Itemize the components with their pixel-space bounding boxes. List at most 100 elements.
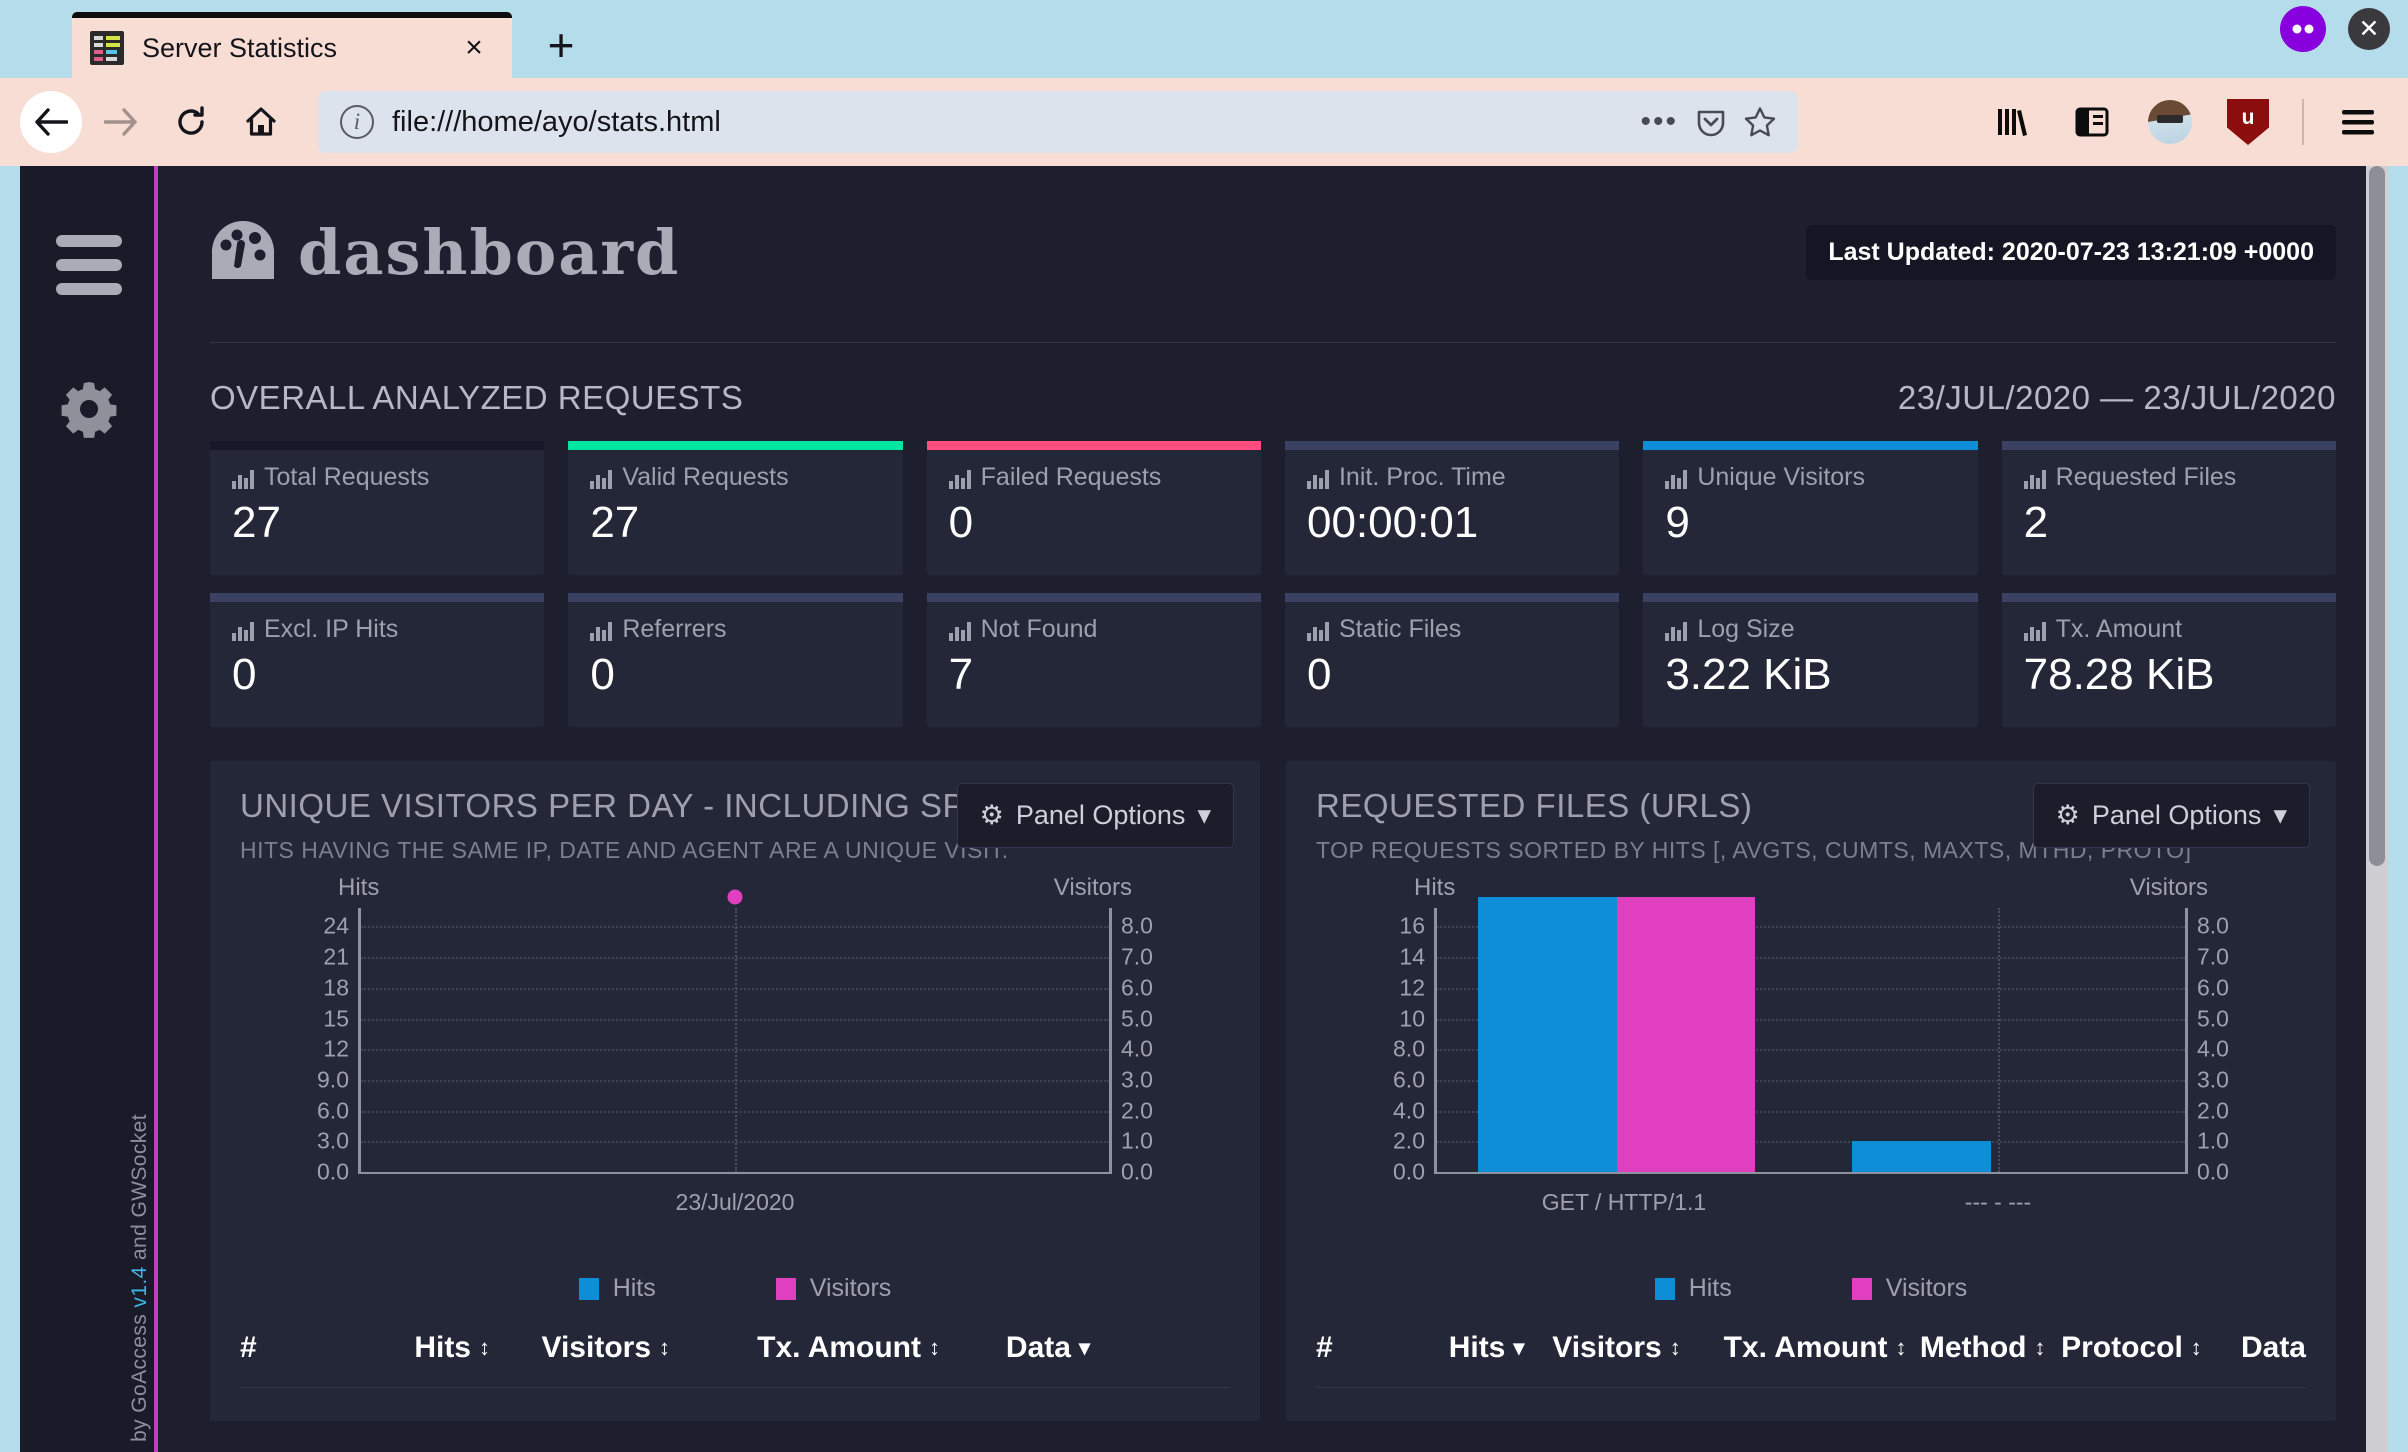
sort-indicator-icon[interactable]: ↕ [2191,1337,2202,1359]
sort-indicator-icon[interactable]: ▾ [1079,1337,1090,1359]
speedometer-icon [210,219,276,286]
credit-prefix: by GoAccess [128,1307,151,1442]
table-column-header[interactable]: Tx. Amount ↕ [670,1331,940,1365]
sort-indicator-icon[interactable]: ↕ [479,1337,490,1359]
legend-swatch [1851,1277,1872,1300]
table-column-header[interactable]: Data [2202,1331,2306,1365]
extension-badge-icon[interactable] [2280,6,2326,52]
back-button-icon[interactable] [20,91,82,153]
chart-y-tick-left: 21 [323,943,349,970]
table-header-row: # Hits ↕ Visitors ↕ Tx. Amount ↕ Data ▾ [240,1331,1230,1388]
brand-logo: dashboard [210,216,680,289]
bar-chart-icon [1306,619,1329,641]
table-column-header[interactable]: Protocol ↕ [2045,1331,2202,1365]
chart-y-tick-right: 2.0 [1121,1097,1153,1124]
toolbar-divider [2302,99,2304,145]
sort-indicator-icon[interactable]: ↕ [1670,1337,1681,1359]
bar-chart-icon [590,619,613,641]
stat-card-label: Requested Files [2023,463,2314,492]
panel-options-button[interactable]: ⚙ Panel Options ▾ [2032,783,2310,848]
chart-y-tick-left: 6.0 [317,1097,349,1124]
legend-label: Hits [612,1274,656,1302]
table-unique-visitors: # Hits ↕ Visitors ↕ Tx. Amount ↕ Data ▾ 27978.28… [240,1331,1230,1421]
table-column-header[interactable]: Visitors ↕ [490,1331,671,1365]
table-column-header[interactable]: Data ▾ [940,1331,1090,1365]
panel-options-button[interactable]: ⚙ Panel Options ▾ [956,783,1234,848]
stat-card-value: 27 [590,498,640,547]
panel-options-label: Panel Options [1015,800,1186,830]
sort-indicator-icon[interactable]: ↕ [2034,1337,2045,1359]
sidebar-toggle-icon[interactable] [2068,98,2116,146]
sort-indicator-icon[interactable]: ↕ [659,1337,670,1359]
stat-card-label-text: Referrers [622,615,727,643]
sort-indicator-icon[interactable]: ▾ [1513,1337,1524,1359]
scrollbar-thumb[interactable] [2369,166,2385,866]
pocket-icon[interactable] [1696,107,1726,137]
column-header-label: Visitors [1552,1331,1662,1364]
legend-item[interactable]: Visitors [775,1274,892,1303]
stat-card-label-text: Valid Requests [622,463,789,491]
dashboard-content: dashboard Last Updated: 2020-07-23 13:21… [158,166,2388,1452]
stat-card-label-text: Failed Requests [980,463,1162,491]
sort-indicator-icon[interactable]: ↕ [1896,1337,1907,1359]
table-column-header[interactable]: Hits ↕ [330,1331,490,1365]
stat-card-label: Unique Visitors [1665,463,1955,492]
sidebar-menu-button[interactable] [20,216,158,326]
chart-x-tick: GET / HTTP/1.1 [1541,1189,1707,1215]
legend-item[interactable]: Hits [1654,1274,1732,1303]
browser-tab[interactable]: Server Statistics × [72,12,512,78]
legend-swatch [578,1277,599,1300]
bookmark-star-icon[interactable] [1744,106,1776,138]
goaccess-credit: by GoAccess v1.4 and GWSocket [128,1114,152,1442]
table-row: 27978.28 KiB1Total [240,1388,1230,1421]
table-column-header[interactable]: Method ↕ [1907,1331,2046,1365]
panel-unique-visitors: UNIQUE VISITORS PER DAY - INCLUDING SPID… [210,761,1260,1421]
site-info-icon[interactable]: i [340,105,374,139]
table-column-header[interactable]: # [240,1331,330,1365]
stat-card-value: 78.28 KiB [2023,650,2215,699]
stat-card-label: Log Size [1665,615,1955,644]
home-button-icon[interactable] [230,91,292,153]
credit-suffix: and GWSocket [128,1114,151,1267]
legend-item[interactable]: Visitors [1851,1274,1967,1303]
account-avatar[interactable] [2146,98,2194,146]
window-close-icon[interactable]: ✕ [2348,8,2390,50]
browser-window: Server Statistics × + ✕ i file:///home/a… [0,0,2408,1452]
url-bar[interactable]: i file:///home/ayo/stats.html ••• [318,91,1798,153]
column-header-label: Data [2240,1331,2306,1364]
stat-card-value: 9 [1665,498,1690,547]
table-column-header[interactable]: Visitors ↕ [1524,1331,1681,1365]
legend-item[interactable]: Hits [578,1274,656,1303]
library-icon[interactable] [1990,98,2038,146]
forward-button-icon[interactable] [90,91,152,153]
sidebar-settings-button[interactable] [20,356,158,466]
chart-y-tick-right: 5.0 [2197,1005,2229,1032]
vertical-scrollbar[interactable] [2366,166,2388,1452]
chart-y-tick-right: 1.0 [2197,1127,2229,1154]
stat-card: Log Size 3.22 KiB [1643,593,1978,727]
stat-card-value: 27 [232,498,281,547]
chart-y-tick-left: 12 [323,1035,349,1062]
legend-label: Visitors [809,1274,892,1302]
table-column-header[interactable]: Hits ▾ [1394,1331,1525,1365]
table-column-header[interactable]: # [1316,1331,1394,1365]
tab-close-icon[interactable]: × [454,28,494,68]
app-sidebar: by GoAccess v1.4 and GWSocket [20,166,158,1452]
ublock-origin-icon[interactable]: u [2224,98,2272,146]
table-column-header[interactable]: Tx. Amount ↕ [1681,1331,1907,1365]
app-menu-icon[interactable] [2334,98,2382,146]
chart-y-tick-right: 0.0 [1121,1158,1153,1185]
tab-title: Server Statistics [142,32,338,63]
chart-x-tick: --- - --- [1964,1189,2032,1215]
chart-left-axis-label: Hits [1414,874,1456,901]
chart-legend: Hits Visitors [1316,1274,2306,1303]
last-updated-badge: Last Updated: 2020-07-23 13:21:09 +0000 [1806,224,2336,280]
stat-card: Not Found 7 [926,593,1262,727]
page-actions-icon[interactable]: ••• [1640,105,1678,139]
column-header-label: Tx. Amount [1723,1331,1888,1364]
reload-button-icon[interactable] [160,91,222,153]
new-tab-button[interactable]: + [532,16,590,74]
stat-card-label: Excl. IP Hits [232,615,522,644]
sort-indicator-icon[interactable]: ↕ [929,1337,940,1359]
gear-icon: ⚙ [979,800,1004,830]
